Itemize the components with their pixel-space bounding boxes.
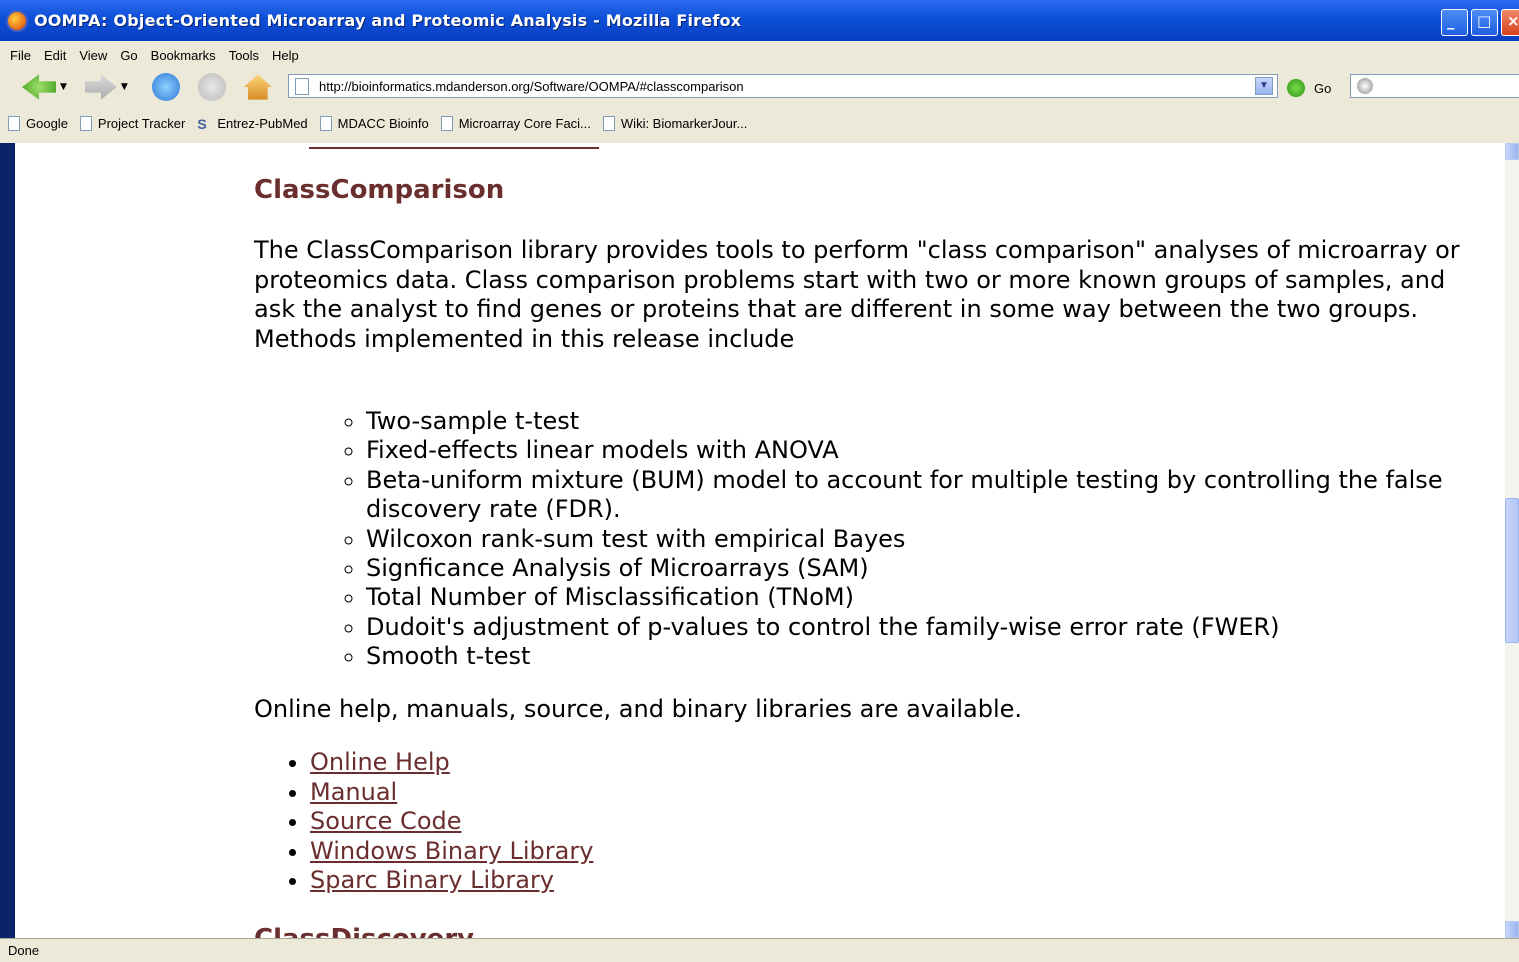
list-item: Sparc Binary Library bbox=[310, 866, 593, 896]
close-button[interactable]: × bbox=[1501, 9, 1519, 36]
list-item: Source Code bbox=[310, 807, 593, 837]
browser-chrome: File Edit View Go Bookmarks Tools Help ▼… bbox=[0, 41, 1519, 144]
list-item: Smooth t-test bbox=[366, 642, 1486, 671]
bookmark-label: Project Tracker bbox=[97, 115, 186, 131]
navigation-toolbar: ▼ ▼ http://bioinformatics.mdanderson.org… bbox=[0, 69, 1519, 105]
window-controls: _ □ × bbox=[1441, 9, 1519, 36]
bookmarks-toolbar: Google Project Tracker S Entrez-PubMed MD… bbox=[0, 105, 1519, 141]
stop-icon[interactable] bbox=[197, 73, 226, 101]
methods-list: Two-sample t-test Fixed-effects linear m… bbox=[340, 407, 1486, 672]
address-url[interactable]: http://bioinformatics.mdanderson.org/Sof… bbox=[319, 79, 744, 94]
list-item: Signficance Analysis of Microarrays (SAM… bbox=[366, 554, 1486, 583]
menu-file[interactable]: File bbox=[10, 48, 31, 63]
bookmark-item[interactable]: Wiki: BiomarkerJour... bbox=[602, 115, 748, 131]
bookmark-label: Microarray Core Faci... bbox=[458, 115, 591, 131]
list-item: Fixed-effects linear models with ANOVA bbox=[366, 436, 1486, 465]
go-arrow-icon bbox=[1287, 79, 1305, 97]
go-label: Go bbox=[1314, 80, 1332, 96]
maximize-icon: □ bbox=[1477, 12, 1492, 30]
scroll-down-button[interactable] bbox=[1505, 921, 1519, 938]
list-item: Windows Binary Library bbox=[310, 837, 593, 867]
menu-view[interactable]: View bbox=[79, 48, 107, 63]
section-heading: ClassComparison bbox=[254, 175, 505, 205]
list-item: Total Number of Misclassification (TNoM) bbox=[366, 583, 1486, 612]
bookmark-item[interactable]: Google bbox=[8, 115, 68, 131]
bookmark-label: Google bbox=[26, 115, 68, 131]
reload-icon[interactable] bbox=[151, 73, 180, 101]
pubmed-icon: S bbox=[197, 115, 207, 132]
bookmark-item[interactable]: MDACC Bioinfo bbox=[319, 115, 429, 131]
scroll-up-button[interactable] bbox=[1505, 143, 1519, 160]
online-help-link[interactable]: Online Help bbox=[310, 748, 450, 776]
menu-bar: File Edit View Go Bookmarks Tools Help bbox=[0, 41, 1519, 69]
search-input[interactable] bbox=[1350, 74, 1519, 98]
window-title: OOMPA: Object-Oriented Microarray and Pr… bbox=[34, 11, 742, 30]
sparc-binary-link[interactable]: Sparc Binary Library bbox=[310, 866, 554, 894]
bookmark-item[interactable]: S Entrez-PubMed bbox=[197, 115, 308, 132]
windows-binary-link[interactable]: Windows Binary Library bbox=[310, 837, 593, 865]
availability-text: Online help, manuals, source, and binary… bbox=[254, 695, 1023, 723]
bookmark-item[interactable]: Project Tracker bbox=[79, 115, 186, 131]
back-dropdown-icon[interactable]: ▼ bbox=[60, 82, 67, 92]
bookmark-label: Wiki: BiomarkerJour... bbox=[620, 115, 748, 131]
go-button[interactable]: Go bbox=[1287, 79, 1331, 97]
bookmark-item[interactable]: Microarray Core Faci... bbox=[440, 115, 591, 131]
bookmark-label: Entrez-PubMed bbox=[217, 115, 308, 131]
list-item: Manual bbox=[310, 778, 593, 808]
address-bar[interactable]: http://bioinformatics.mdanderson.org/Sof… bbox=[288, 74, 1278, 98]
minimize-icon: _ bbox=[1447, 12, 1455, 30]
page-icon bbox=[602, 115, 615, 131]
source-code-link[interactable]: Source Code bbox=[310, 807, 462, 835]
window-left-border bbox=[0, 143, 15, 938]
forward-arrow-icon[interactable] bbox=[84, 74, 117, 100]
vertical-scrollbar[interactable] bbox=[1505, 143, 1519, 938]
window-titlebar[interactable]: OOMPA: Object-Oriented Microarray and Pr… bbox=[0, 0, 1519, 41]
clipped-link[interactable] bbox=[309, 143, 599, 149]
list-item: Two-sample t-test bbox=[366, 407, 1486, 436]
page-content: ClassComparison The ClassComparison libr… bbox=[15, 143, 1505, 938]
close-icon: × bbox=[1507, 12, 1519, 30]
menu-go[interactable]: Go bbox=[120, 48, 137, 63]
resource-links: Online Help Manual Source Code Windows B… bbox=[284, 748, 593, 896]
manual-link[interactable]: Manual bbox=[310, 778, 397, 806]
page-icon bbox=[319, 115, 332, 131]
intro-paragraph: The ClassComparison library provides too… bbox=[254, 236, 1460, 353]
page-icon bbox=[8, 115, 20, 131]
address-dropdown-icon[interactable]: ▼ bbox=[1255, 77, 1273, 95]
status-bar: Done bbox=[0, 938, 1519, 962]
search-engine-icon[interactable] bbox=[1357, 78, 1373, 94]
menu-edit[interactable]: Edit bbox=[44, 48, 66, 63]
list-item: Wilcoxon rank-sum test with empirical Ba… bbox=[366, 525, 1486, 554]
list-item: Online Help bbox=[310, 748, 593, 778]
next-section-heading: ClassDiscovery bbox=[254, 919, 474, 938]
menu-help[interactable]: Help bbox=[272, 48, 299, 63]
status-text: Done bbox=[8, 943, 40, 958]
page-icon bbox=[79, 115, 92, 131]
page-icon bbox=[440, 115, 453, 131]
menu-bookmarks[interactable]: Bookmarks bbox=[151, 48, 216, 63]
back-arrow-icon[interactable] bbox=[22, 74, 56, 100]
bookmark-label: MDACC Bioinfo bbox=[337, 115, 429, 131]
forward-dropdown-icon[interactable]: ▼ bbox=[121, 82, 128, 92]
home-icon[interactable] bbox=[243, 74, 272, 100]
list-item: Dudoit's adjustment of p-values to contr… bbox=[366, 613, 1486, 642]
list-item: Beta-uniform mixture (BUM) model to acco… bbox=[366, 466, 1486, 525]
firefox-logo-icon bbox=[6, 9, 28, 32]
minimize-button[interactable]: _ bbox=[1441, 9, 1468, 36]
maximize-button[interactable]: □ bbox=[1471, 9, 1498, 36]
menu-tools[interactable]: Tools bbox=[229, 48, 259, 63]
scroll-thumb[interactable] bbox=[1505, 498, 1519, 643]
page-icon bbox=[295, 77, 309, 95]
